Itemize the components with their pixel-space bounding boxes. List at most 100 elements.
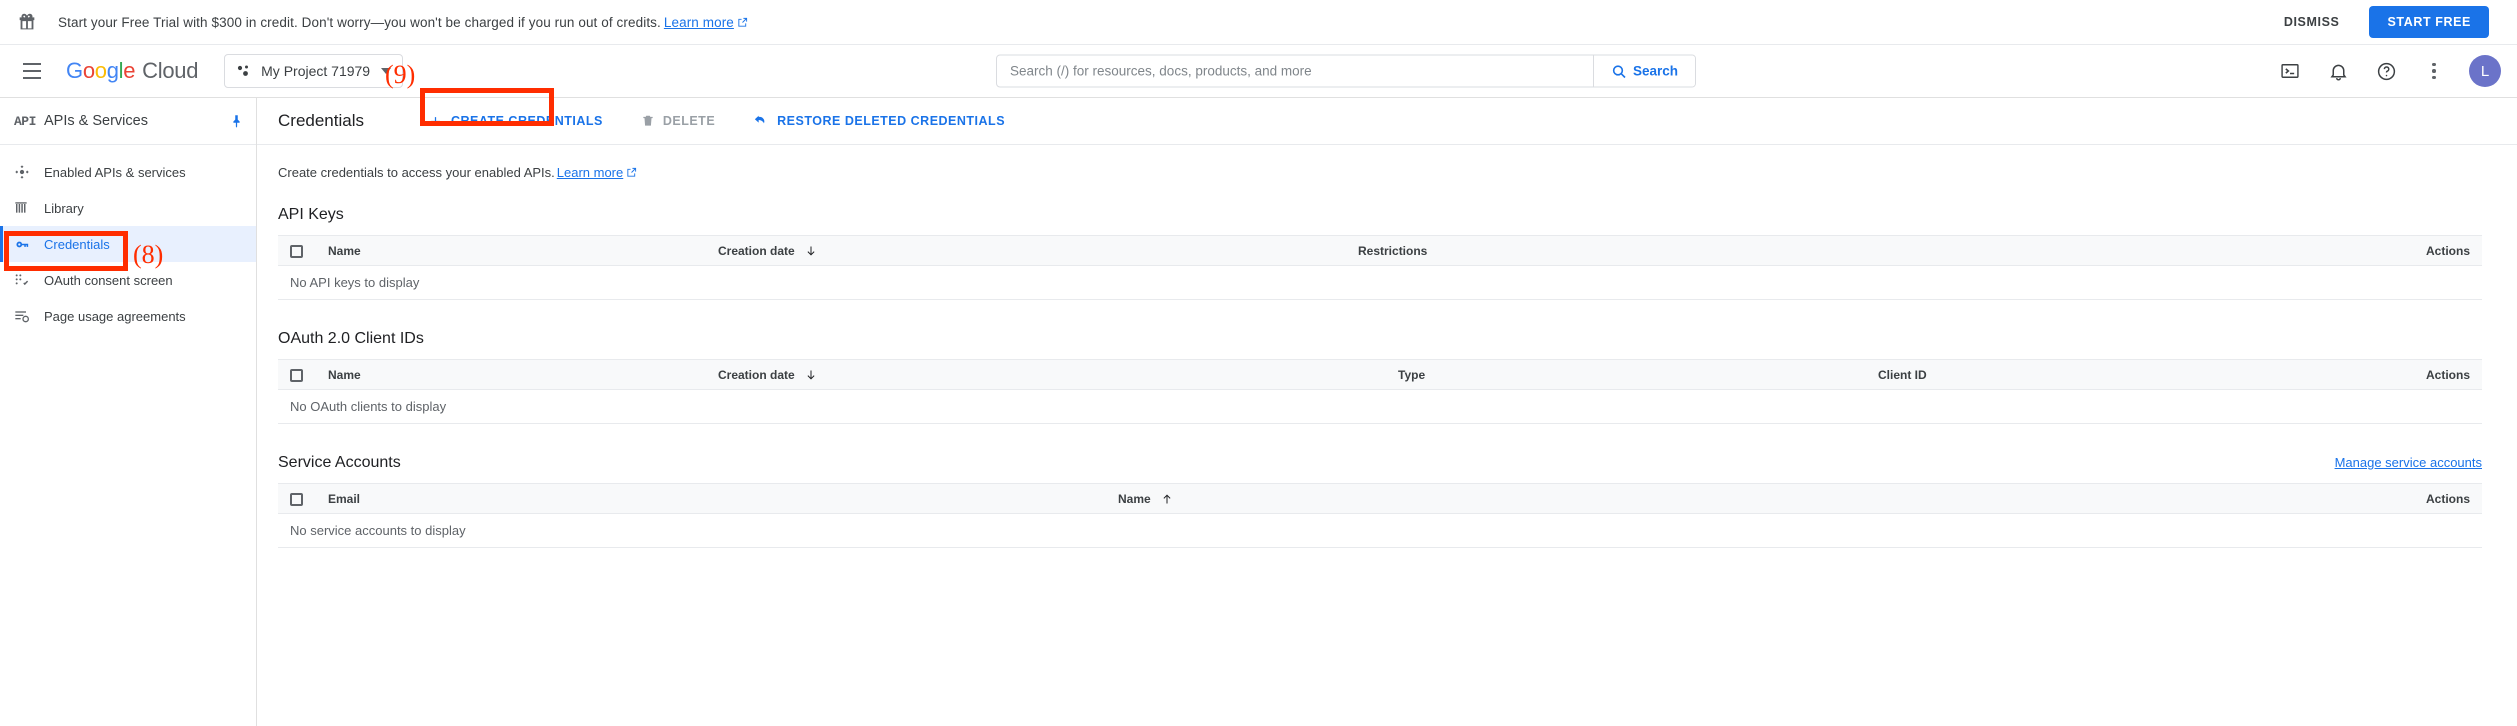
section-title-api-keys: API Keys (278, 206, 344, 223)
service-accounts-table: Email Name Actions No service accounts t… (278, 483, 2482, 548)
hamburger-menu-icon[interactable] (12, 51, 52, 91)
column-actions: Actions (2310, 359, 2482, 390)
external-link-icon (627, 167, 637, 177)
sidebar-item-label: OAuth consent screen (44, 272, 173, 288)
notifications-bell-icon[interactable] (2319, 52, 2357, 90)
api-keys-table: Name Creation date Restrictions Actions (278, 235, 2482, 300)
main-content: Credentials CREATE CREDENTIALS DELETE RE… (257, 98, 2517, 726)
table-header-row: Email Name Actions (278, 483, 2482, 514)
avatar[interactable]: L (2469, 55, 2501, 87)
column-restrictions[interactable]: Restrictions (1350, 235, 1950, 266)
sort-descending-arrow-icon (807, 370, 815, 379)
delete-label: DELETE (662, 114, 716, 128)
start-free-button[interactable]: START FREE (2369, 6, 2489, 38)
select-all-checkbox[interactable] (290, 244, 303, 258)
select-all-checkbox[interactable] (290, 368, 303, 382)
select-all-checkbox[interactable] (290, 492, 303, 506)
free-trial-promo-banner: Start your Free Trial with $300 in credi… (0, 0, 2517, 45)
key-icon (14, 236, 44, 253)
top-header-bar: Google Cloud My Project 71979 Search (/)… (0, 45, 2517, 98)
empty-state-row: No service accounts to display (278, 513, 2482, 548)
restore-label: RESTORE DELETED CREDENTIALS (777, 114, 1006, 128)
oauth-client-ids-table: Name Creation date Type Client ID Action… (278, 359, 2482, 424)
header-actions: L (2271, 52, 2501, 90)
credentials-content: Create credentials to access your enable… (257, 145, 2517, 548)
column-email[interactable]: Email (320, 483, 1110, 514)
restore-deleted-credentials-button[interactable]: RESTORE DELETED CREDENTIALS (741, 105, 1017, 137)
column-name[interactable]: Name (320, 235, 710, 266)
empty-message: No service accounts to display (278, 513, 2482, 548)
sidebar-item-oauth-consent-screen[interactable]: OAuth consent screen (0, 262, 256, 298)
sort-descending-arrow-icon (807, 246, 815, 255)
oauth-consent-icon (14, 272, 44, 288)
empty-message: No API keys to display (278, 265, 2482, 300)
column-client-id[interactable]: Client ID (1870, 359, 2310, 390)
credentials-description: Create credentials to access your enable… (278, 165, 2482, 180)
dismiss-button[interactable]: DISMISS (2276, 9, 2348, 35)
column-actions: Actions (1950, 235, 2482, 266)
promo-actions: DISMISS START FREE (2276, 6, 2489, 38)
gift-icon (16, 11, 38, 33)
google-cloud-logo[interactable]: Google Cloud (66, 58, 198, 84)
cloud-shell-icon[interactable] (2271, 52, 2309, 90)
project-dots-icon (238, 65, 249, 76)
empty-state-row: No API keys to display (278, 265, 2482, 300)
content-toolbar: Credentials CREATE CREDENTIALS DELETE RE… (257, 98, 2517, 145)
promo-learn-more-link[interactable]: Learn more (664, 15, 748, 30)
column-creation-date[interactable]: Creation date (710, 359, 1390, 390)
pin-icon[interactable] (229, 114, 244, 129)
sidebar-item-library[interactable]: Library (0, 190, 256, 226)
google-wordmark: Google (66, 58, 136, 83)
column-creation-date-label: Creation date (718, 243, 795, 258)
promo-text: Start your Free Trial with $300 in credi… (58, 15, 748, 30)
create-credentials-button[interactable]: CREATE CREDENTIALS (416, 106, 615, 137)
api-product-icon: API (14, 113, 36, 129)
restore-undo-icon (755, 115, 765, 124)
section-title-service-accounts: Service Accounts (278, 454, 401, 471)
search-icon (1612, 64, 1626, 78)
column-name-label: Name (1118, 491, 1151, 506)
search-button[interactable]: Search (1592, 55, 1695, 87)
search-button-label: Search (1632, 63, 1678, 79)
credentials-learn-more-link[interactable]: Learn more (557, 165, 637, 180)
manage-service-accounts-link[interactable]: Manage service accounts (2335, 455, 2482, 470)
column-name[interactable]: Name (1110, 483, 1832, 514)
sidebar-item-credentials[interactable]: Credentials (0, 226, 256, 262)
select-all-header (278, 483, 320, 514)
column-actions: Actions (1831, 483, 2482, 514)
credentials-learn-more-label: Learn more (556, 165, 624, 180)
sidebar-header: API APIs & Services (0, 98, 256, 145)
trash-icon (643, 115, 653, 126)
library-icon (14, 200, 44, 216)
sidebar-item-enabled-apis[interactable]: Enabled APIs & services (0, 154, 256, 190)
sidebar-product-title: APIs & Services (44, 113, 148, 129)
project-selector[interactable]: My Project 71979 (224, 54, 404, 88)
table-header-row: Name Creation date Type Client ID Action… (278, 359, 2482, 390)
sort-ascending-arrow-icon (1163, 494, 1171, 503)
column-name[interactable]: Name (320, 359, 710, 390)
column-creation-date[interactable]: Creation date (710, 235, 1350, 266)
promo-learn-more-label: Learn more (663, 14, 734, 30)
sidebar-nav: Enabled APIs & services Library Credenti… (0, 145, 256, 334)
cloud-wordmark: Cloud (142, 58, 199, 83)
search-input[interactable] (997, 55, 1593, 87)
column-type[interactable]: Type (1390, 359, 1870, 390)
page-usage-agreements-icon (14, 308, 44, 324)
page-title: Credentials (278, 111, 364, 130)
help-question-icon[interactable] (2367, 52, 2405, 90)
sidebar-item-label: Page usage agreements (44, 308, 186, 324)
more-options-kebab-icon[interactable] (2415, 52, 2453, 90)
chevron-down-icon (381, 68, 392, 74)
sidebar-item-page-usage-agreements[interactable]: Page usage agreements (0, 298, 256, 334)
select-all-header (278, 359, 320, 390)
empty-message: No OAuth clients to display (278, 389, 2482, 424)
select-all-header (278, 235, 320, 266)
delete-button[interactable]: DELETE (629, 106, 727, 136)
sidebar-item-label: Library (44, 200, 84, 216)
external-link-icon (738, 17, 748, 27)
project-name: My Project 71979 (261, 63, 371, 79)
global-search[interactable]: Search (996, 54, 1696, 88)
column-creation-date-label: Creation date (718, 367, 795, 382)
page-body: API APIs & Services Enabled APIs & servi… (0, 98, 2517, 726)
enabled-apis-icon (14, 164, 44, 180)
